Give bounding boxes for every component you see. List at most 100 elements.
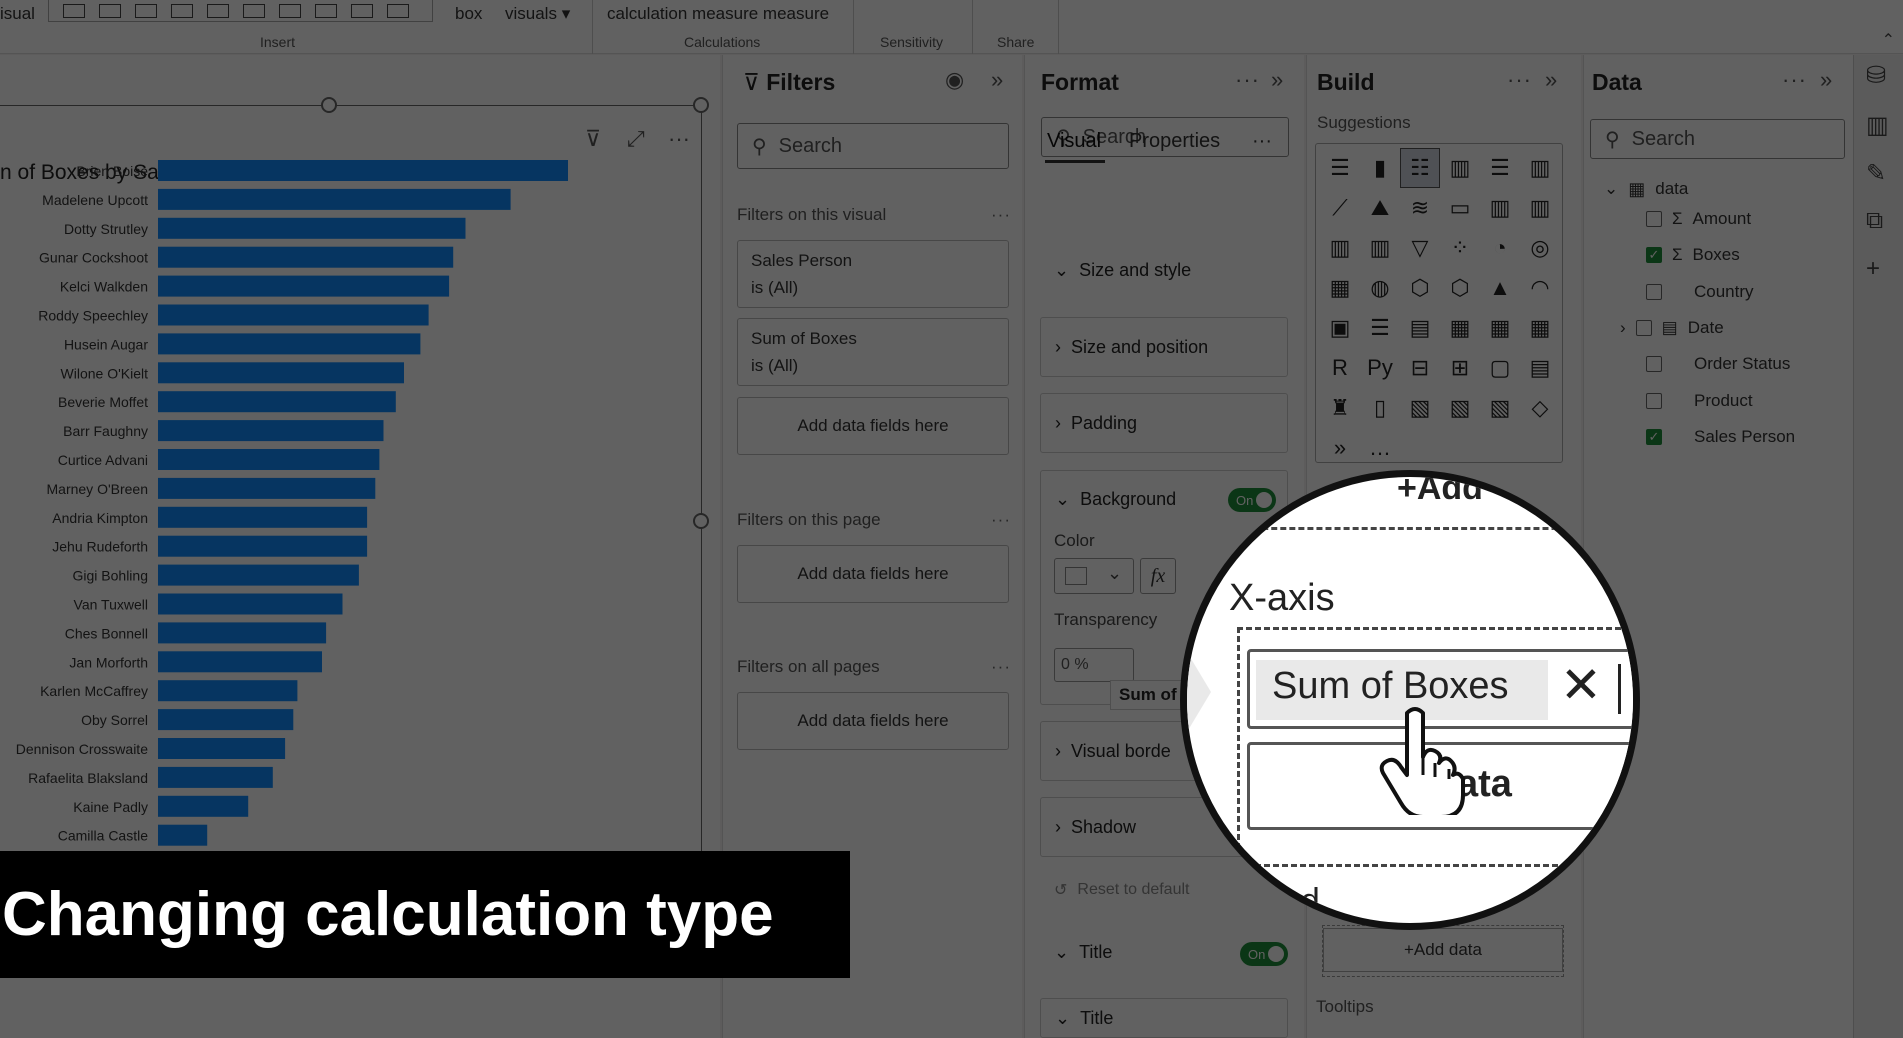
visual-type-icon[interactable]: ▧ <box>1400 388 1440 428</box>
field-checkbox[interactable]: ✓ <box>1646 247 1662 264</box>
visual-type-icon[interactable]: ⊞ <box>1440 348 1480 388</box>
bar[interactable] <box>158 477 376 499</box>
database-icon[interactable]: ⛁ <box>1866 61 1886 90</box>
more-options-icon[interactable]: ··· <box>1782 67 1807 93</box>
bar[interactable] <box>158 709 294 731</box>
bar[interactable] <box>158 160 568 181</box>
visual-type-icon[interactable]: ⁘ <box>1440 228 1480 268</box>
visual-type-icon[interactable]: ▥ <box>1320 228 1360 268</box>
visual-type-icon[interactable]: ▥ <box>1360 228 1400 268</box>
bookmarks-icon[interactable]: ⧉ <box>1866 207 1883 235</box>
gallery-icon[interactable] <box>171 3 193 18</box>
field-checkbox[interactable] <box>1646 283 1662 300</box>
bar[interactable] <box>158 680 298 702</box>
visual-type-icon[interactable]: ▯ <box>1360 388 1400 428</box>
bar[interactable] <box>158 651 322 673</box>
data-search-input[interactable]: ⚲ Search <box>1590 119 1845 159</box>
tab-visual[interactable]: Visual <box>1047 130 1101 153</box>
bar[interactable] <box>158 217 466 239</box>
field-amount[interactable]: Σ Amount <box>1646 207 1751 231</box>
title-toggle[interactable]: On <box>1240 942 1288 966</box>
visual-gallery[interactable] <box>48 0 433 22</box>
visual-type-icon[interactable]: R <box>1320 348 1360 388</box>
visual-type-icon[interactable]: ▦ <box>1440 308 1480 348</box>
all-pages-filter-drop-zone[interactable]: Add data fields here <box>737 692 1009 750</box>
bar[interactable] <box>158 622 327 644</box>
conditional-formatting-button[interactable]: fx <box>1140 558 1176 594</box>
gallery-icon[interactable] <box>243 3 265 18</box>
visual-type-icon[interactable]: ▽ <box>1400 228 1440 268</box>
visual-type-icon[interactable]: ☷ <box>1400 148 1440 188</box>
visual-type-icon[interactable]: ≋ <box>1400 188 1440 228</box>
size-and-position-section[interactable]: › Size and position <box>1040 317 1288 377</box>
filter-card-sum-of-boxes[interactable]: Sum of Boxes is (All) <box>737 318 1009 386</box>
visual-type-icon[interactable]: … <box>1360 428 1400 468</box>
visual-type-icon[interactable]: ▮ <box>1360 148 1400 188</box>
visual-type-icon[interactable]: ▤ <box>1520 348 1560 388</box>
visual-type-icon[interactable]: ⛰ <box>1360 188 1400 228</box>
field-checkbox[interactable] <box>1646 211 1662 227</box>
table-node-data[interactable]: ⌄ ▦ data <box>1604 177 1688 201</box>
field-checkbox[interactable] <box>1646 392 1662 409</box>
build-visual-icon[interactable]: ▥ <box>1866 111 1889 140</box>
remove-field-icon[interactable]: ✕ <box>1560 660 1602 710</box>
format-visual-icon[interactable]: ✎ <box>1866 159 1886 188</box>
calculation-buttons[interactable]: calculation measure measure <box>607 4 829 24</box>
field-checkbox[interactable]: ✓ <box>1646 428 1662 445</box>
bar[interactable] <box>158 362 404 384</box>
gallery-icon[interactable] <box>135 3 157 18</box>
padding-section[interactable]: › Padding <box>1040 393 1288 453</box>
visual-type-icon[interactable]: ⊟ <box>1400 348 1440 388</box>
bar[interactable] <box>158 304 429 326</box>
visual-type-icon[interactable]: ▢ <box>1480 348 1520 388</box>
field-boxes[interactable]: ✓ Σ Boxes <box>1646 243 1740 267</box>
gallery-icon[interactable] <box>207 3 229 18</box>
color-picker[interactable]: ⌄ <box>1054 558 1134 594</box>
visual-type-icon[interactable]: ▥ <box>1520 148 1560 188</box>
size-and-style-section[interactable]: ⌄ Size and style <box>1040 240 1288 300</box>
page-filter-drop-zone[interactable]: Add data fields here <box>737 545 1009 603</box>
field-checkbox[interactable] <box>1635 319 1652 336</box>
gallery-icon[interactable] <box>279 3 301 18</box>
bar[interactable] <box>158 738 286 759</box>
more-options-icon[interactable]: ··· <box>991 510 1011 530</box>
more-options-icon[interactable]: ··· <box>1252 130 1272 153</box>
bar[interactable] <box>158 275 450 297</box>
add-pane-icon[interactable]: + <box>1866 255 1880 283</box>
field-country[interactable]: Country <box>1646 280 1754 304</box>
gallery-icon[interactable] <box>99 3 121 18</box>
visual-type-icon[interactable]: ▥ <box>1480 188 1520 228</box>
tab-properties[interactable]: Properties <box>1129 130 1220 153</box>
visual-type-icon[interactable]: ▭ <box>1440 188 1480 228</box>
collapse-pane-icon[interactable]: » <box>1271 67 1284 93</box>
collapse-pane-icon[interactable]: » <box>1820 67 1833 93</box>
visual-type-icon[interactable]: ▣ <box>1320 308 1360 348</box>
visual-type-icon[interactable]: ▧ <box>1440 388 1480 428</box>
bar[interactable] <box>158 766 273 788</box>
bar[interactable] <box>158 449 380 470</box>
visual-type-icon[interactable]: ▦ <box>1320 268 1360 308</box>
more-options-icon[interactable]: ··· <box>1235 67 1260 93</box>
visual-type-icon[interactable]: Py <box>1360 348 1400 388</box>
eye-icon[interactable]: ◉ <box>945 67 965 93</box>
transparency-input[interactable]: 0 % <box>1054 648 1134 682</box>
visual-type-icon[interactable]: ▥ <box>1520 188 1560 228</box>
visual-type-icon[interactable]: ⟋ <box>1320 188 1360 228</box>
visual-type-icon[interactable]: ☰ <box>1480 148 1520 188</box>
collapse-pane-icon[interactable]: » <box>1545 67 1558 93</box>
bar[interactable] <box>158 391 396 413</box>
visual-type-icon[interactable]: ▥ <box>1440 148 1480 188</box>
visual-type-icon[interactable]: ◔ <box>1480 228 1520 268</box>
filter-card-sales-person[interactable]: Sales Person is (All) <box>737 240 1009 308</box>
field-date[interactable]: › ▤ Date <box>1620 316 1724 340</box>
more-options-icon[interactable]: ··· <box>991 657 1011 677</box>
gallery-icon[interactable] <box>387 3 409 18</box>
visual-type-icon[interactable]: » <box>1320 428 1360 468</box>
visual-type-icon[interactable]: ▦ <box>1520 308 1560 348</box>
visual-type-icon[interactable]: ◠ <box>1520 268 1560 308</box>
bar[interactable] <box>158 420 384 442</box>
more-visuals-button[interactable]: visuals ▾ <box>505 4 570 24</box>
field-product[interactable]: Product <box>1646 389 1753 413</box>
more-options-icon[interactable]: ··· <box>991 205 1011 225</box>
bar[interactable] <box>158 535 368 557</box>
